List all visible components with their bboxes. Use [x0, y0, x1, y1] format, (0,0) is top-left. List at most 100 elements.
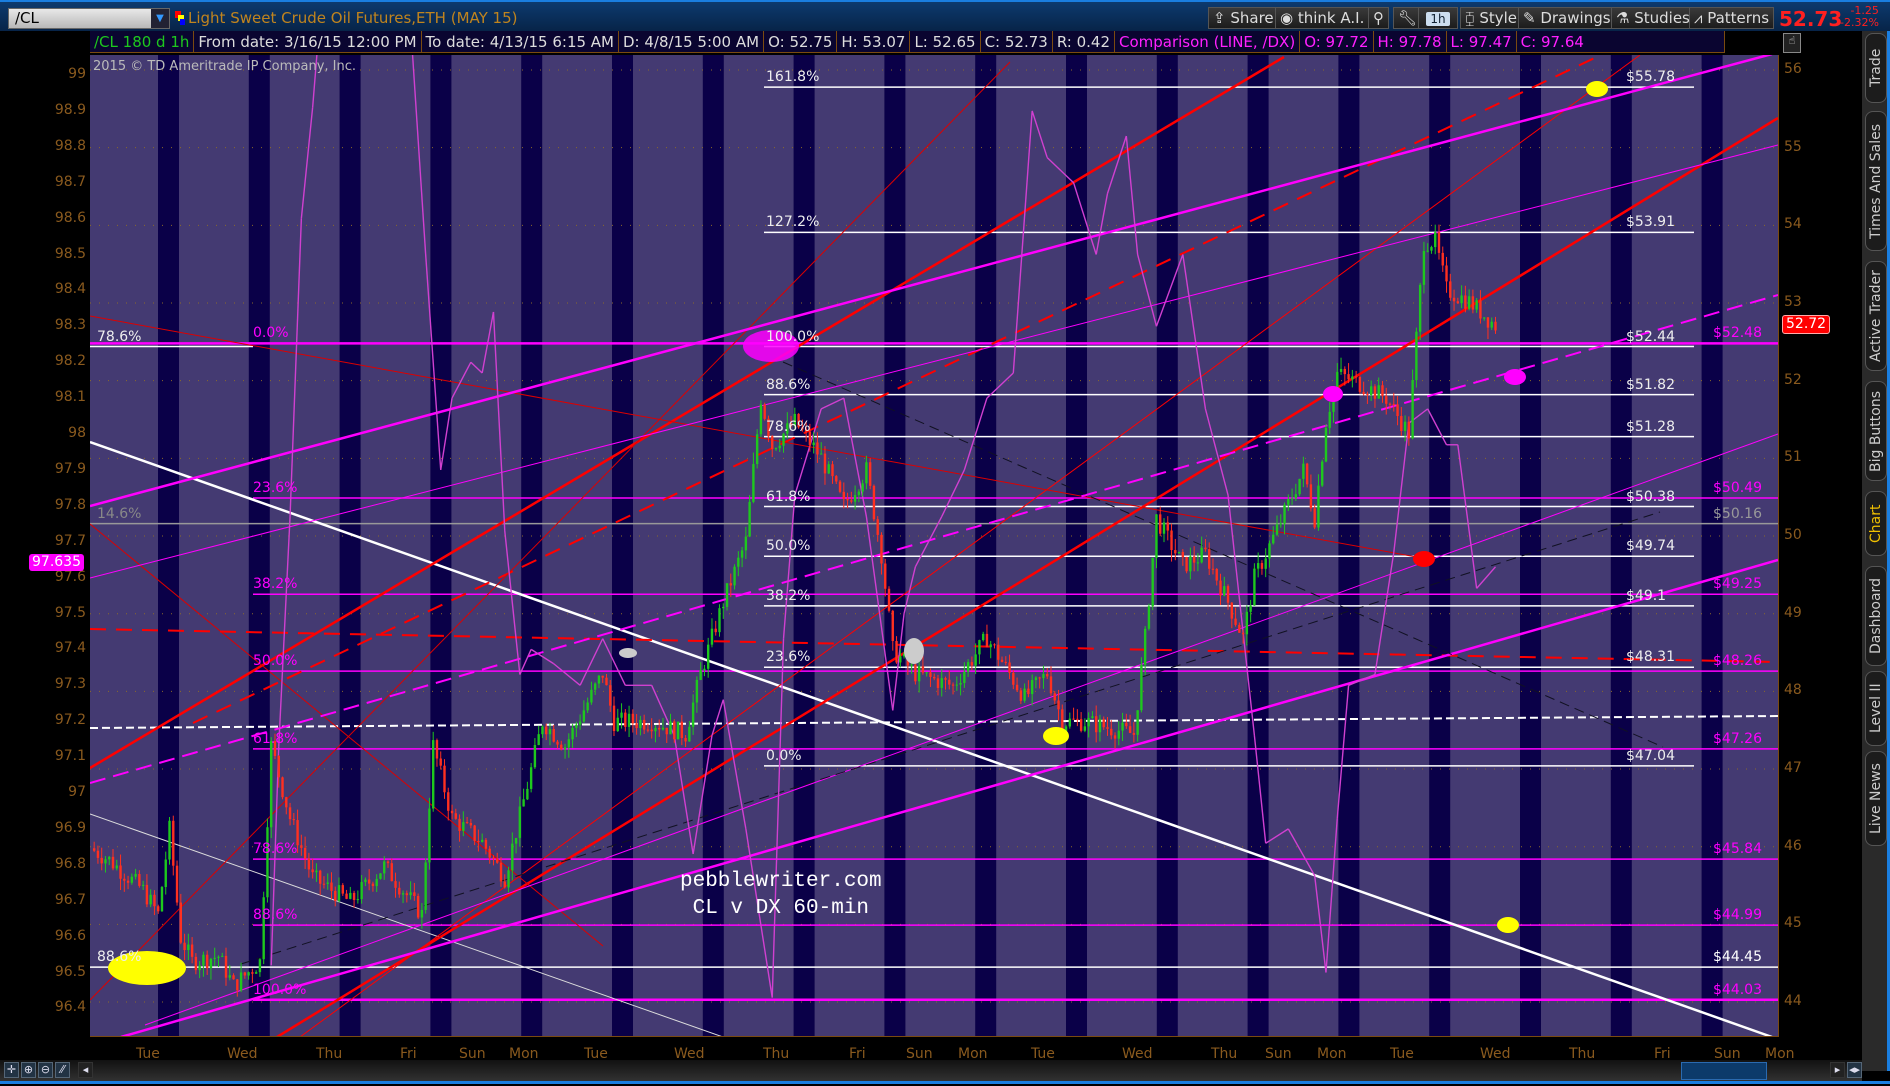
side-tab-times-and-sales[interactable]: Times And Sales — [1865, 111, 1887, 251]
candle — [1215, 568, 1218, 581]
candle — [239, 972, 243, 991]
side-tab-active-trader[interactable]: Active Trader — [1865, 261, 1887, 371]
time-scrollbar-thumb[interactable] — [1681, 1062, 1767, 1080]
side-tab-live-news[interactable]: Live News — [1865, 751, 1887, 846]
candle — [1347, 374, 1350, 380]
overnight-band — [1247, 55, 1269, 1036]
scroll-left-icon[interactable]: ◂ — [78, 1062, 93, 1078]
candle — [560, 744, 563, 750]
side-tab-chart[interactable]: Chart — [1865, 491, 1887, 556]
candle-icon: ⧮ — [1465, 9, 1480, 27]
crosshair-icon[interactable]: ✛ — [4, 1062, 19, 1078]
candle — [1403, 421, 1407, 431]
candle — [567, 739, 571, 748]
candle — [1241, 632, 1245, 635]
style-button[interactable]: ⧮ Style — [1460, 7, 1523, 29]
expand-icon[interactable]: ◂▸ — [1847, 1062, 1862, 1078]
candle — [706, 644, 710, 669]
dx-comparison-segment — [1012, 110, 1033, 374]
candle — [688, 726, 691, 742]
dx-comparison-segment — [1457, 444, 1478, 589]
left-axis-tick: 96.4 — [54, 999, 86, 1016]
candle — [548, 729, 552, 735]
dx-comparison-segment — [941, 469, 965, 517]
right-axis-tick: 50 — [1784, 527, 1802, 544]
side-tab-big-buttons[interactable]: Big Buttons — [1865, 381, 1887, 481]
left-axis-tick: 98.6 — [54, 209, 86, 226]
chart-canvas[interactable] — [90, 55, 1779, 1037]
overnight-band — [521, 55, 543, 1036]
think-ai-button[interactable]: ◉ think A.I. — [1275, 7, 1370, 29]
candle — [1272, 534, 1275, 544]
candle — [631, 713, 635, 724]
candle — [940, 678, 943, 688]
candle — [782, 433, 785, 446]
candle — [624, 712, 627, 727]
candle — [699, 670, 702, 680]
symbol-period[interactable]: /CL 180 d 1h — [90, 31, 195, 52]
candle — [285, 797, 288, 808]
drawings-button[interactable]: ✎ Drawings — [1518, 7, 1616, 29]
comparison-label[interactable]: Comparison (LINE, /DX) — [1115, 31, 1301, 52]
candle — [654, 727, 657, 732]
candle — [300, 845, 303, 848]
drawing-line-icon[interactable]: ⁄⁄ — [55, 1062, 70, 1078]
symbol-input[interactable]: /CL ▼ — [8, 8, 170, 29]
left-axis-tick: 96.9 — [54, 819, 86, 836]
cursor-tool-icon[interactable]: ☝ — [1783, 33, 1801, 53]
candle — [729, 583, 732, 586]
candle — [639, 719, 642, 729]
candle — [217, 956, 220, 958]
left-axis-tick: 97.3 — [54, 676, 86, 693]
studies-button[interactable]: ⚗ Studies — [1611, 7, 1695, 29]
side-tab-dashboard[interactable]: Dashboard — [1865, 566, 1887, 666]
share-button[interactable]: ⇪ Share — [1208, 7, 1279, 29]
candle — [778, 445, 781, 449]
candle — [1125, 722, 1128, 727]
candle — [526, 788, 529, 800]
fib-level-label: 88.6% — [766, 376, 811, 393]
bar-date: D: 4/8/15 5:00 AM — [619, 31, 765, 52]
candle — [1460, 295, 1463, 304]
candle — [243, 972, 247, 976]
candle — [887, 588, 891, 611]
left-axis-tick: 97.1 — [54, 748, 86, 765]
fib-level-label: 0.0% — [766, 747, 802, 764]
right-axis-tick: 45 — [1784, 915, 1802, 932]
side-tab-level-ii[interactable]: Level II — [1865, 671, 1887, 746]
candle — [511, 843, 514, 871]
zoom-out-icon[interactable]: ⊖ — [38, 1062, 53, 1078]
dx-comparison-segment — [1106, 135, 1127, 194]
candle — [872, 485, 876, 520]
red-channel-lower-line[interactable] — [276, 116, 1778, 1037]
magenta-fib-label: 38.2% — [253, 576, 298, 593]
chevron-down-icon[interactable]: ▼ — [151, 9, 169, 28]
candle — [1354, 376, 1358, 378]
drawing-tool-button[interactable]: ⚲ — [1368, 7, 1389, 29]
interval-button[interactable]: 1h — [1418, 7, 1458, 29]
candle — [963, 671, 966, 684]
candle — [1023, 688, 1026, 701]
candle — [605, 677, 608, 686]
right-axis-tick: 53 — [1784, 294, 1802, 310]
candle — [1298, 478, 1301, 495]
candle — [970, 662, 974, 666]
scroll-right-icon[interactable]: ▸ — [1830, 1062, 1845, 1078]
side-tab-trade[interactable]: Trade — [1865, 33, 1887, 103]
symbol-value: /CL — [15, 9, 39, 27]
candle — [330, 882, 333, 891]
candle — [673, 721, 676, 740]
right-axis-tick: 44 — [1784, 993, 1802, 1010]
left-fib-label: 14.6% — [97, 505, 142, 522]
dx-comparison-segment — [1313, 875, 1327, 973]
candle — [646, 729, 650, 731]
candle — [496, 858, 499, 863]
magenta-price-label: $52.48 — [1713, 325, 1762, 342]
candle — [1287, 499, 1290, 505]
candle — [187, 944, 190, 951]
yellow-marker — [1586, 81, 1608, 97]
zoom-in-icon[interactable]: ⊕ — [21, 1062, 36, 1078]
patterns-button[interactable]: ⩘ Patterns — [1689, 7, 1775, 29]
symbol-link-icon[interactable] — [175, 11, 185, 25]
price-chart[interactable]: 2015 © TD Ameritrade IP Company, Inc. 16… — [90, 55, 1779, 1037]
